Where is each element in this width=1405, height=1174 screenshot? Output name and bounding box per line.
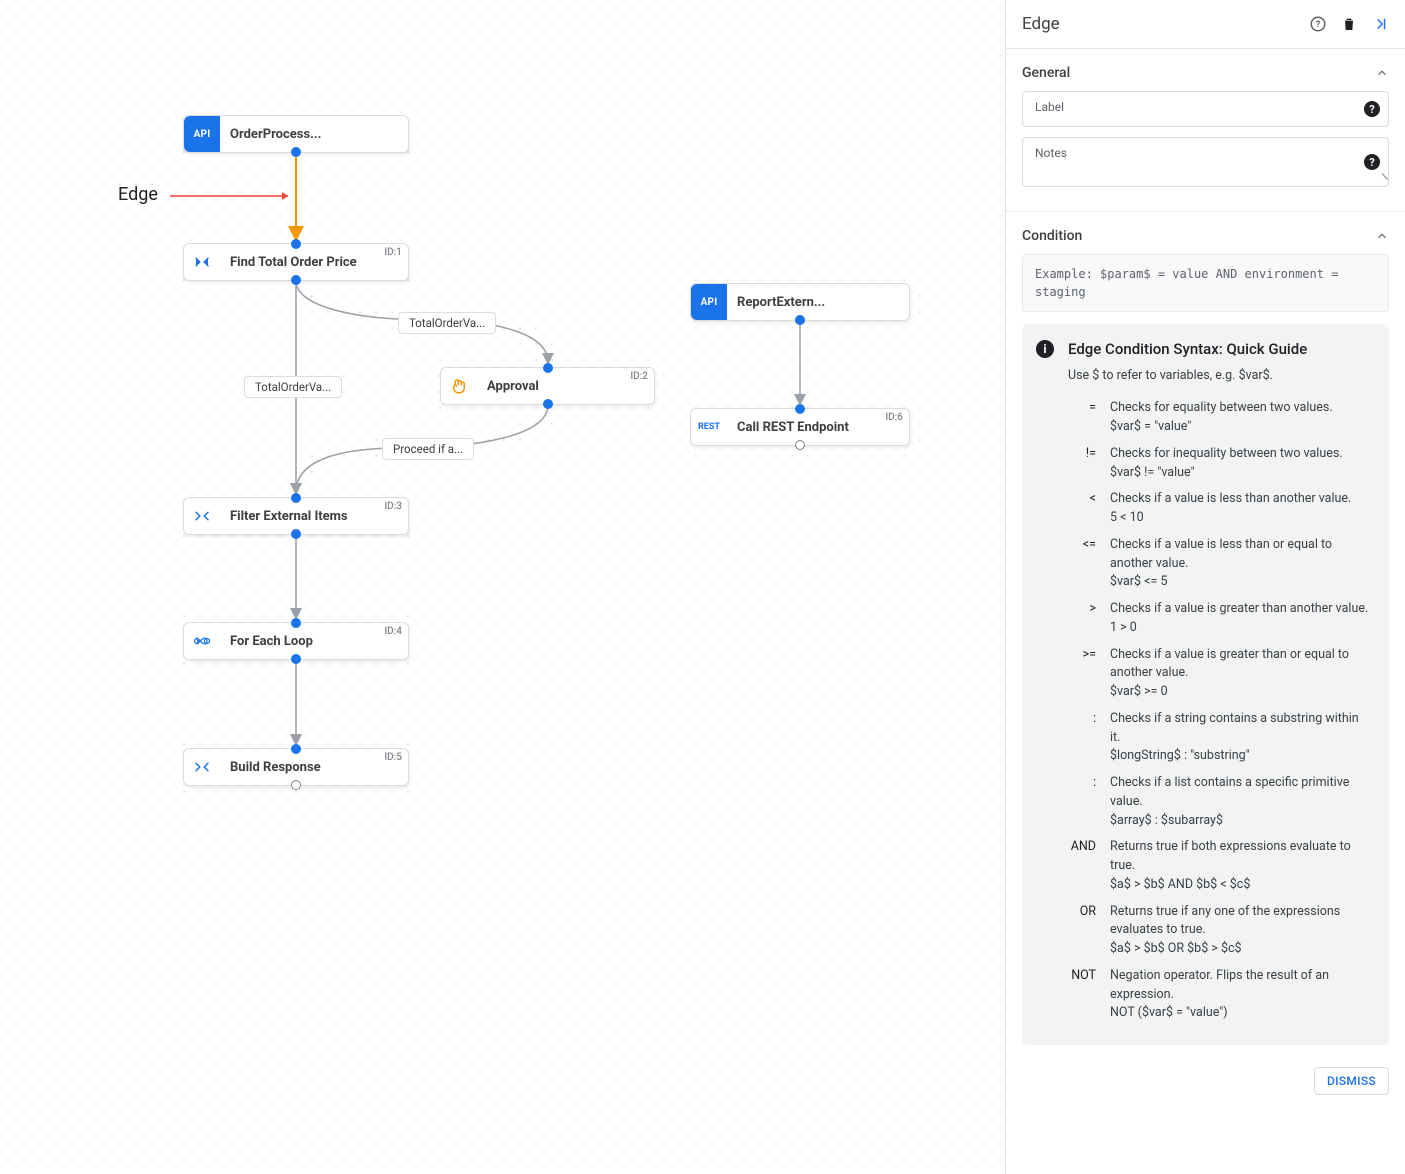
edge-layer	[0, 0, 1005, 1174]
node-label: ReportExtern...	[727, 295, 865, 310]
node-id: ID:4	[384, 626, 402, 637]
help-icon[interactable]: ?	[1309, 15, 1327, 33]
syntax-operator: <	[1068, 486, 1110, 532]
node-build-response[interactable]: Build Response ID:5	[183, 748, 409, 786]
field-label: Label	[1035, 100, 1064, 114]
syntax-row: !=Checks for inequality between two valu…	[1068, 441, 1375, 487]
condition-section: Condition Example: $param$ = value AND e…	[1006, 212, 1405, 1059]
syntax-operator: NOT	[1068, 963, 1110, 1027]
node-id: ID:5	[384, 752, 402, 763]
syntax-operator: :	[1068, 770, 1110, 834]
syntax-operator: >=	[1068, 642, 1110, 706]
syntax-row: :Checks if a string contains a substring…	[1068, 706, 1375, 770]
section-title: Condition	[1022, 228, 1375, 244]
api-icon: API	[184, 116, 220, 152]
info-icon: i	[1036, 340, 1054, 358]
section-title: General	[1022, 65, 1375, 81]
collapse-panel-icon[interactable]	[1371, 15, 1389, 33]
syntax-description: Checks if a value is greater than anothe…	[1110, 596, 1375, 642]
dismiss-button[interactable]: DISMISS	[1314, 1067, 1389, 1095]
api-icon: API	[691, 284, 727, 320]
syntax-row: <Checks if a value is less than another …	[1068, 486, 1375, 532]
syntax-description: Checks if a string contains a substring …	[1110, 706, 1375, 770]
syntax-row: >Checks if a value is greater than anoth…	[1068, 596, 1375, 642]
syntax-description: Returns true if both expressions evaluat…	[1110, 834, 1375, 898]
node-id: ID:3	[384, 501, 402, 512]
condition-section-toggle[interactable]: Condition	[1022, 222, 1389, 254]
help-icon[interactable]: ?	[1364, 154, 1380, 170]
delete-icon[interactable]	[1341, 15, 1357, 33]
syntax-operator: >	[1068, 596, 1110, 642]
syntax-guide: i Edge Condition Syntax: Quick Guide Use…	[1022, 324, 1389, 1045]
approval-icon	[441, 368, 477, 404]
syntax-operator: <=	[1068, 532, 1110, 596]
node-label: For Each Loop	[220, 634, 353, 649]
general-section: General Label ? Notes ? ||	[1006, 49, 1405, 212]
syntax-row: ORReturns true if any one of the express…	[1068, 899, 1375, 963]
syntax-row: >=Checks if a value is greater than or e…	[1068, 642, 1375, 706]
node-id: ID:1	[384, 247, 402, 258]
rest-icon: REST	[691, 409, 727, 445]
edge-label[interactable]: Proceed if a...	[382, 438, 474, 460]
syntax-description: Checks if a list contains a specific pri…	[1110, 770, 1375, 834]
syntax-table: =Checks for equality between two values.…	[1068, 395, 1375, 1027]
node-id: ID:2	[630, 371, 648, 382]
edge-label[interactable]: TotalOrderVa...	[244, 376, 342, 398]
syntax-description: Negation operator. Flips the result of a…	[1110, 963, 1375, 1027]
label-field[interactable]: Label ?	[1022, 91, 1389, 127]
syntax-row: =Checks for equality between two values.…	[1068, 395, 1375, 441]
syntax-operator: =	[1068, 395, 1110, 441]
dismiss-row: DISMISS	[1006, 1059, 1405, 1103]
syntax-operator: :	[1068, 706, 1110, 770]
edge-label[interactable]: TotalOrderVa...	[398, 312, 496, 334]
guide-title: Edge Condition Syntax: Quick Guide	[1068, 338, 1375, 361]
node-label: Call REST Endpoint	[727, 420, 889, 435]
node-for-each-loop[interactable]: For Each Loop ID:4	[183, 622, 409, 660]
edge-properties-panel: Edge ? General Label ? Notes ? || Co	[1005, 0, 1405, 1174]
flow-canvas[interactable]: Edge API OrderProcess... Find Total Orde…	[0, 0, 1005, 1174]
node-label: Build Response	[220, 760, 361, 775]
syntax-description: Checks if a value is greater than or equ…	[1110, 642, 1375, 706]
syntax-description: Checks for equality between two values.$…	[1110, 395, 1375, 441]
condition-input[interactable]: Example: $param$ = value AND environment…	[1022, 254, 1389, 312]
node-label: Find Total Order Price	[220, 255, 397, 270]
resize-handle-icon[interactable]: ||	[1380, 173, 1388, 181]
syntax-operator: AND	[1068, 834, 1110, 898]
syntax-row: <=Checks if a value is less than or equa…	[1068, 532, 1375, 596]
syntax-operator: OR	[1068, 899, 1110, 963]
node-label: Approval	[477, 379, 579, 394]
chevron-up-icon	[1375, 66, 1389, 80]
syntax-operator: !=	[1068, 441, 1110, 487]
syntax-row: ANDReturns true if both expressions eval…	[1068, 834, 1375, 898]
syntax-description: Checks if a value is less than another v…	[1110, 486, 1375, 532]
edge-annotation: Edge	[118, 184, 158, 205]
data-mapping-icon	[184, 244, 220, 280]
node-id: ID:6	[885, 412, 903, 423]
guide-subtitle: Use $ to refer to variables, e.g. $var$.	[1068, 367, 1375, 386]
data-mapping-icon	[184, 498, 220, 534]
node-call-rest-endpoint[interactable]: REST Call REST Endpoint ID:6	[690, 408, 910, 446]
general-section-toggle[interactable]: General	[1022, 59, 1389, 91]
syntax-description: Checks for inequality between two values…	[1110, 441, 1375, 487]
node-label: OrderProcess...	[220, 127, 361, 142]
loop-icon	[184, 623, 220, 659]
node-report-extern[interactable]: API ReportExtern...	[690, 283, 910, 321]
node-approval[interactable]: Approval ID:2	[440, 367, 655, 405]
syntax-row: :Checks if a list contains a specific pr…	[1068, 770, 1375, 834]
field-label: Notes	[1035, 146, 1067, 160]
syntax-description: Returns true if any one of the expressio…	[1110, 899, 1375, 963]
node-label: Filter External Items	[220, 509, 388, 524]
panel-header: Edge ?	[1006, 0, 1405, 49]
svg-text:?: ?	[1316, 20, 1321, 30]
chevron-up-icon	[1375, 229, 1389, 243]
notes-field[interactable]: Notes ? ||	[1022, 137, 1389, 187]
panel-title: Edge	[1022, 14, 1295, 34]
node-filter-external-items[interactable]: Filter External Items ID:3	[183, 497, 409, 535]
node-find-total-order-price[interactable]: Find Total Order Price ID:1	[183, 243, 409, 281]
data-mapping-icon	[184, 749, 220, 785]
node-order-process[interactable]: API OrderProcess...	[183, 115, 409, 153]
syntax-row: NOTNegation operator. Flips the result o…	[1068, 963, 1375, 1027]
syntax-description: Checks if a value is less than or equal …	[1110, 532, 1375, 596]
help-icon[interactable]: ?	[1364, 101, 1380, 117]
